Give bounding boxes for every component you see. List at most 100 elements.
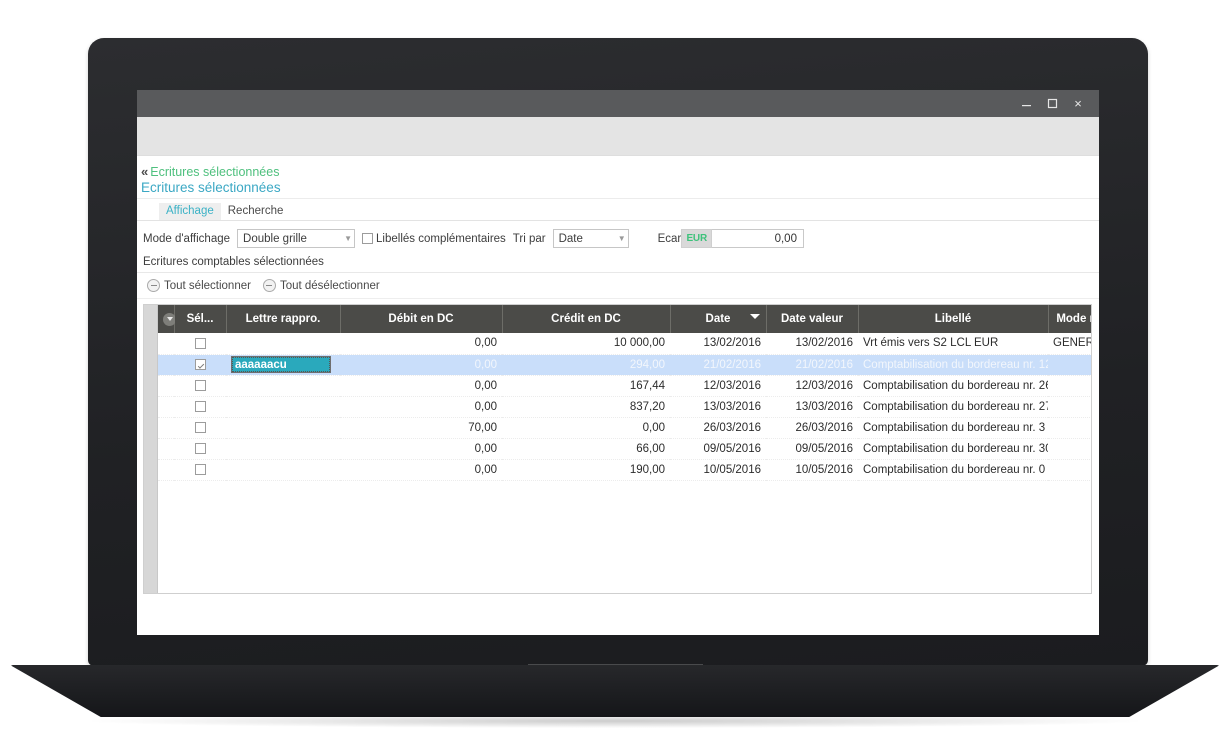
checkbox-box[interactable]	[362, 233, 374, 244]
table-row[interactable]: 0,00 837,20 13/03/2016 13/03/2016 Comptabili…	[158, 396, 1091, 418]
cell-debit: 0,00	[340, 396, 502, 418]
tri-par-select[interactable]: Date ▼	[552, 229, 629, 248]
column-header-debit[interactable]: Débit en DC	[340, 305, 503, 333]
row-gutter-cell	[158, 459, 174, 481]
deselect-all-label: Tout désélectionner	[279, 279, 380, 292]
row-gutter-cell	[158, 333, 174, 355]
cell-dval: 13/02/2016	[766, 333, 858, 355]
maximize-button[interactable]	[1039, 93, 1065, 115]
display-options-row: Mode d'affichage Double grille ▼ Libellé…	[137, 221, 1099, 255]
entries-table: Sél... Lettre rappro. Débit en DC Crédit en…	[158, 305, 1091, 481]
cell-dval: 26/03/2016	[766, 417, 858, 439]
cell-debit: 0,00	[340, 354, 502, 376]
laptop-shadow	[92, 714, 1138, 728]
column-expander-button[interactable]	[158, 305, 176, 333]
cell-credit: 0,00	[502, 417, 670, 439]
back-chevron-icon[interactable]: «	[141, 164, 148, 179]
table-row[interactable]: 70,00 0,00 26/03/2016 26/03/2016 Comptabilis…	[158, 417, 1091, 439]
grid-scroll-body[interactable]: Sél... Lettre rappro. Débit en DC Crédit en…	[158, 305, 1091, 593]
cell-mode: CHQ	[1048, 459, 1091, 481]
cell-credit: 66,00	[502, 438, 670, 460]
column-header-credit[interactable]: Crédit en DC	[502, 305, 671, 333]
row-select-cell[interactable]	[174, 333, 226, 355]
cell-lettre	[226, 396, 340, 418]
cell-credit: 837,20	[502, 396, 670, 418]
table-row[interactable]: 0,00 10 000,00 13/02/2016 13/02/2016 Vrt émi…	[158, 333, 1091, 355]
cell-lib: Comptabilisation du bordereau nr. 12	[858, 354, 1048, 376]
row-select-cell[interactable]	[174, 438, 226, 460]
window-titlebar: ×	[137, 90, 1099, 117]
breadcrumb-label[interactable]: Ecritures sélectionnées	[150, 165, 279, 179]
page-title: Ecritures sélectionnées	[137, 179, 1099, 199]
libelles-complementaires-checkbox[interactable]: Libellés complémentaires	[362, 233, 506, 245]
row-gutter-cell	[158, 396, 174, 418]
row-checkbox[interactable]	[194, 442, 206, 454]
close-button[interactable]: ×	[1065, 93, 1091, 115]
table-row[interactable]: 0,00 190,00 10/05/2016 10/05/2016 Comptabili…	[158, 459, 1091, 481]
cell-date: 13/03/2016	[670, 396, 766, 418]
table-row[interactable]: 0,00 167,44 12/03/2016 12/03/2016 Comptabili…	[158, 375, 1091, 397]
row-gutter-cell	[158, 354, 174, 376]
cell-mode: VIR	[1048, 375, 1091, 397]
ecart-label: Ecart	[657, 232, 685, 245]
deselect-all-button[interactable]: Tout désélectionner	[262, 279, 380, 292]
lettre-rappro-cell[interactable]: aaaaaacu	[226, 354, 340, 376]
column-header-label: Débit en DC	[388, 313, 454, 325]
row-checkbox[interactable]	[194, 463, 206, 475]
select-all-button[interactable]: Tout sélectionner	[147, 279, 251, 292]
column-header-lettre[interactable]: Lettre rappro.	[226, 305, 341, 333]
window-content: « Ecritures sélectionnées Ecritures séle…	[137, 156, 1099, 635]
column-header-label: Sél...	[186, 313, 214, 325]
cell-dval: 21/02/2016	[766, 354, 858, 376]
column-header-label: Libellé	[934, 313, 972, 325]
laptop-base	[10, 665, 1220, 717]
row-select-cell[interactable]	[174, 375, 226, 397]
cell-lib: Comptabilisation du bordereau nr. 30	[858, 438, 1048, 460]
row-gutter-cell	[158, 417, 174, 439]
minimize-button[interactable]	[1013, 93, 1039, 115]
lettre-rappro-input[interactable]: aaaaaacu	[231, 356, 331, 373]
cell-credit: 10 000,00	[502, 333, 670, 355]
row-checkbox[interactable]	[194, 358, 206, 370]
cell-debit: 0,00	[340, 333, 502, 355]
table-body: 0,00 10 000,00 13/02/2016 13/02/2016 Vrt émi…	[158, 333, 1091, 481]
column-header-dval[interactable]: Date valeur	[766, 305, 859, 333]
mode-affichage-select[interactable]: Double grille ▼	[237, 229, 356, 248]
row-select-cell[interactable]	[174, 396, 226, 418]
table-row[interactable]: aaaaaacu 0,00 294,00 21/02/2016 21/02/2016 Co…	[158, 354, 1091, 376]
row-checkbox[interactable]	[194, 379, 206, 391]
row-checkbox[interactable]	[194, 400, 206, 412]
row-checkbox[interactable]	[194, 337, 206, 349]
cell-dval: 09/05/2016	[766, 438, 858, 460]
table-row[interactable]: 0,00 66,00 09/05/2016 09/05/2016 Comptabilis…	[158, 438, 1091, 460]
cell-debit: 0,00	[340, 375, 502, 397]
cell-lettre	[226, 333, 340, 355]
cell-lettre	[226, 375, 340, 397]
cell-lib: Comptabilisation du bordereau nr. 0	[858, 459, 1048, 481]
table-header-row: Sél... Lettre rappro. Débit en DC Crédit en…	[158, 305, 1091, 333]
tab-affichage[interactable]: Affichage	[159, 203, 221, 220]
ecart-value-input[interactable]: 0,00	[711, 229, 804, 248]
column-header-date[interactable]: Date	[670, 305, 767, 333]
cell-dval: 12/03/2016	[766, 375, 858, 397]
ribbon-toolbar	[137, 117, 1099, 156]
currency-badge[interactable]: EUR	[681, 229, 712, 248]
tab-recherche[interactable]: Recherche	[221, 203, 291, 220]
column-header-label: Lettre rappro.	[245, 313, 321, 325]
column-header-mode[interactable]: Mode règlt.	[1048, 305, 1091, 333]
cell-debit: 0,00	[340, 459, 502, 481]
section-label-comptables: Ecritures comptables sélectionnées	[137, 255, 1099, 273]
row-checkbox[interactable]	[194, 421, 206, 433]
row-select-cell[interactable]	[174, 354, 226, 376]
column-header-lib[interactable]: Libellé	[858, 305, 1049, 333]
cell-mode: VIR	[1048, 396, 1091, 418]
cell-debit: 70,00	[340, 417, 502, 439]
row-gutter-cell	[158, 375, 174, 397]
cell-date: 09/05/2016	[670, 438, 766, 460]
column-header-sel[interactable]: Sél...	[174, 305, 227, 333]
row-select-cell[interactable]	[174, 417, 226, 439]
breadcrumb[interactable]: « Ecritures sélectionnées	[137, 156, 1099, 179]
table-header: Sél... Lettre rappro. Débit en DC Crédit en…	[158, 305, 1091, 333]
cell-lettre	[226, 438, 340, 460]
row-select-cell[interactable]	[174, 459, 226, 481]
